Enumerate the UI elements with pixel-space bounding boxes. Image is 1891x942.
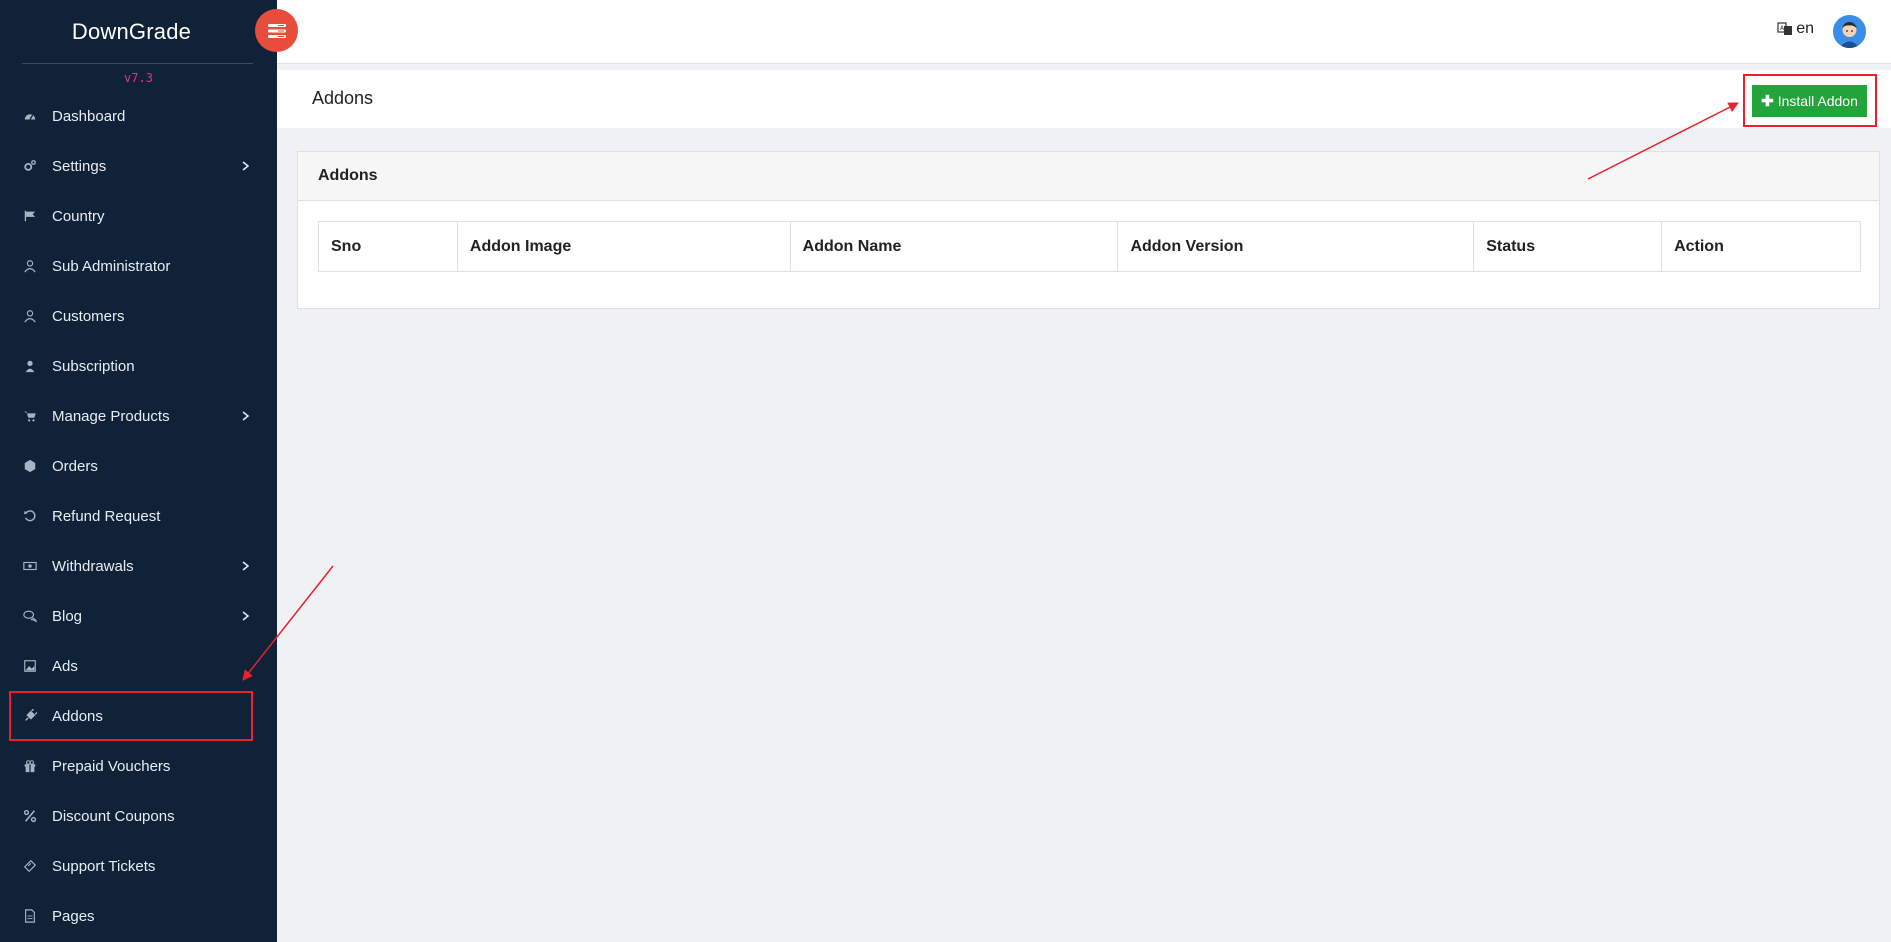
column-header-sno[interactable]: Sno xyxy=(318,221,458,272)
language-selector[interactable]: A en xyxy=(1777,20,1814,38)
file-icon xyxy=(22,908,38,924)
sidebar-item-label: Prepaid Vouchers xyxy=(52,757,171,775)
sidebar-item-blog[interactable]: Blog xyxy=(0,591,277,641)
plus-icon: ✚ xyxy=(1761,93,1774,110)
install-addon-label: Install Addon xyxy=(1777,93,1858,109)
column-header-action[interactable]: Action xyxy=(1661,221,1861,272)
sidebar-item-label: Subscription xyxy=(52,357,135,375)
page-header: Addons xyxy=(277,70,1891,128)
chevron-right-icon xyxy=(241,561,251,571)
sidebar-item-withdrawals[interactable]: Withdrawals xyxy=(0,541,277,591)
annotation-arrows xyxy=(242,102,1739,681)
sidebar-item-discount-coupons[interactable]: Discount Coupons xyxy=(0,791,277,841)
language-label: en xyxy=(1796,20,1814,37)
sidebar-item-label: Customers xyxy=(52,307,125,325)
sidebar-item-label: Ads xyxy=(52,657,78,675)
sidebar-item-label: Manage Products xyxy=(52,407,170,425)
user-outline-icon xyxy=(22,308,38,324)
column-header-addon-name[interactable]: Addon Name xyxy=(789,221,1119,272)
sidebar-item-dashboard[interactable]: Dashboard xyxy=(0,91,277,141)
menu-toggle-button[interactable] xyxy=(255,9,298,52)
addons-table: Sno Addon Image Addon Name Addon Version Sta… xyxy=(318,221,1861,272)
user-icon xyxy=(22,358,38,374)
sidebar-item-label: Support Tickets xyxy=(52,857,156,875)
ticket-icon xyxy=(22,858,38,874)
cart-icon xyxy=(22,408,38,424)
column-header-addon-image[interactable]: Addon Image xyxy=(456,221,791,272)
sidebar-item-label: Blog xyxy=(52,607,83,625)
sidebar-item-label: Withdrawals xyxy=(52,557,134,575)
sidebar-item-label: Sub Administrator xyxy=(52,257,171,275)
translate-icon: A xyxy=(1777,22,1793,35)
sidebar-item-support-tickets[interactable]: Support Tickets xyxy=(0,841,277,891)
sidebar-item-orders[interactable]: Orders xyxy=(0,441,277,491)
user-avatar-icon[interactable] xyxy=(1833,15,1866,48)
brand-divider xyxy=(22,63,253,64)
settings-icon xyxy=(22,158,38,174)
box-icon xyxy=(22,458,38,474)
install-addon-button[interactable]: ✚ Install Addon xyxy=(1752,85,1867,117)
sidebar-item-customers[interactable]: Customers xyxy=(0,291,277,341)
sidebar-item-addons[interactable]: Addons xyxy=(9,691,253,741)
user-outline-icon xyxy=(22,258,38,274)
sidebar-item-label: Orders xyxy=(52,457,98,475)
sidebar-item-subscription[interactable]: Subscription xyxy=(0,341,277,391)
sidebar-nav: Dashboard Settings Country Sub Administrato… xyxy=(0,91,277,941)
chevron-right-icon xyxy=(241,611,251,621)
brand-name: DownGrade xyxy=(71,19,192,44)
sidebar-item-prepaid-vouchers[interactable]: Prepaid Vouchers xyxy=(0,741,277,791)
percent-icon xyxy=(22,808,38,824)
version-label: v7.3 xyxy=(124,71,153,85)
table-header-row: Sno Addon Image Addon Name Addon Version Sta… xyxy=(318,221,1861,272)
sidebar-item-settings[interactable]: Settings xyxy=(0,141,277,191)
chevron-right-icon xyxy=(241,411,251,421)
menu-icon xyxy=(267,23,286,38)
gift-icon xyxy=(22,758,38,774)
sidebar-item-label: Discount Coupons xyxy=(52,807,175,825)
image-icon xyxy=(22,658,38,674)
sidebar-item-manage-products[interactable]: Manage Products xyxy=(0,391,277,441)
addons-card: Addons Sno Addon Image Addon Name Addon Ver… xyxy=(297,151,1880,309)
sidebar-item-refund-request[interactable]: Refund Request xyxy=(0,491,277,541)
flag-icon xyxy=(22,208,38,224)
page-title: Addons xyxy=(312,88,374,108)
chevron-right-icon xyxy=(241,161,251,171)
sidebar-item-label: Settings xyxy=(52,157,107,175)
sidebar-item-label: Pages xyxy=(52,907,95,925)
money-icon xyxy=(22,558,38,574)
sidebar-item-country[interactable]: Country xyxy=(0,191,277,241)
card-title: Addons xyxy=(298,152,1879,201)
comments-icon xyxy=(22,608,38,624)
undo-icon xyxy=(22,508,38,524)
sidebar-item-label: Dashboard xyxy=(52,107,126,125)
sidebar-item-sub-administrator[interactable]: Sub Administrator xyxy=(0,241,277,291)
brand: DownGrade xyxy=(0,0,277,64)
dashboard-icon xyxy=(22,108,38,124)
sidebar-item-label: Addons xyxy=(52,707,103,725)
sidebar-item-ads[interactable]: Ads xyxy=(0,641,277,691)
sidebar-item-label: Refund Request xyxy=(52,507,161,525)
column-header-addon-version[interactable]: Addon Version xyxy=(1117,221,1475,272)
sidebar-item-label: Country xyxy=(52,207,105,225)
sidebar-item-pages[interactable]: Pages xyxy=(0,891,277,941)
sidebar: DownGrade v7.3 Dashboard Settings Country S… xyxy=(0,0,277,942)
column-header-status[interactable]: Status xyxy=(1473,221,1663,272)
plug-icon xyxy=(22,708,38,724)
topbar: A en xyxy=(277,0,1891,64)
